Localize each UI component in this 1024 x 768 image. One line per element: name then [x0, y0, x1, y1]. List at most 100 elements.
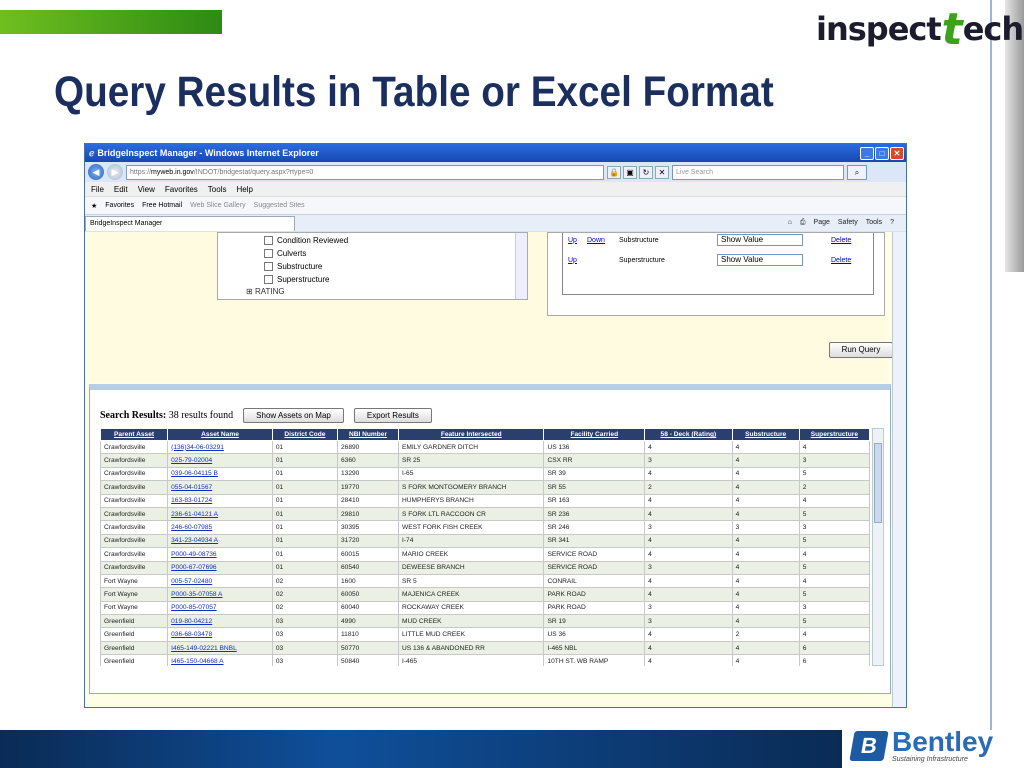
table-row[interactable]: Crawfordsville 163-83-01724 01 28410 HUMPHER… — [100, 493, 870, 508]
tree-scrollbar[interactable] — [515, 233, 527, 299]
asset-link[interactable]: (136)34-06-03291 — [167, 439, 273, 455]
column-header[interactable]: Facility Carried — [543, 428, 646, 441]
scroll-thumb[interactable] — [874, 443, 882, 523]
column-header[interactable]: Asset Name — [167, 428, 273, 441]
table-row[interactable]: Crawfordsville 055-04-01567 01 19770 S FORK … — [100, 480, 870, 495]
fav-link-suggested[interactable]: Suggested Sites — [254, 202, 305, 209]
home-icon[interactable]: ⌂ — [788, 219, 792, 227]
asset-link[interactable]: P000-35-07058 A — [167, 587, 273, 602]
menu-tools[interactable]: Tools — [208, 185, 227, 194]
menu-favorites[interactable]: Favorites — [165, 185, 198, 194]
help-icon[interactable]: ? — [890, 219, 894, 227]
show-assets-on-map-button[interactable]: Show Assets on Map — [243, 408, 344, 423]
table-row[interactable]: Fort Wayne P000-85-07057 02 60040 ROCKAWAY C… — [100, 600, 870, 616]
close-icon[interactable]: ✕ — [890, 146, 904, 160]
table-row[interactable]: Fort Wayne 005-57-02480 02 1600 SR 5 CONRAIL 4… — [100, 573, 870, 589]
asset-link[interactable]: 055-04-01567 — [167, 480, 273, 495]
favorites-star-icon[interactable]: ★ — [91, 202, 97, 210]
asset-link[interactable]: 039-06-04115 B — [167, 466, 273, 482]
asset-link[interactable]: P000-49-08736 — [167, 547, 273, 562]
asset-link[interactable]: 163-83-01724 — [167, 493, 273, 508]
menu-edit[interactable]: Edit — [114, 185, 128, 194]
column-header[interactable]: 58 - Deck (Rating) — [644, 428, 733, 441]
table-cell: 4 — [644, 533, 733, 549]
run-query-button[interactable]: Run Query — [829, 342, 893, 358]
column-header[interactable]: Substructure — [731, 428, 800, 441]
menu-help[interactable]: Help — [236, 185, 252, 194]
tools-menu[interactable]: Tools — [866, 219, 882, 227]
checkbox[interactable] — [264, 249, 273, 258]
down-link[interactable]: Down — [587, 237, 605, 244]
column-header[interactable]: Parent Asset — [100, 428, 169, 441]
column-header[interactable]: NBI Number — [336, 428, 400, 441]
stop-icon[interactable]: ✕ — [655, 165, 669, 179]
table-row[interactable]: Crawfordsville 039-06-04115 B 01 13290 I-65 S… — [100, 466, 870, 482]
tab-bridgeinspect[interactable]: BridgeInspect Manager — [85, 215, 295, 231]
checkbox[interactable] — [264, 236, 273, 245]
table-row[interactable]: Crawfordsville 236-61-04121 A 01 29810 S FOR… — [100, 506, 870, 522]
back-icon[interactable]: ◀ — [88, 164, 104, 180]
column-header[interactable]: Feature Intersected — [398, 428, 545, 441]
asset-link[interactable]: P000-67-07696 — [167, 560, 273, 575]
menu-file[interactable]: File — [91, 185, 104, 194]
tree-item-substructure[interactable]: Substructure — [264, 262, 322, 271]
maximize-icon[interactable]: □ — [875, 146, 889, 160]
page-scrollbar[interactable] — [892, 232, 906, 707]
slide: inspect t ech Query Results in Table or Ex… — [0, 0, 1024, 768]
safety-menu[interactable]: Safety — [838, 219, 858, 227]
live-search-input[interactable]: Live Search — [672, 164, 844, 180]
table-row[interactable]: Greenfield 036-68-03478 03 11810 LITTLE MUD … — [100, 627, 870, 642]
up-link[interactable]: Up — [568, 257, 577, 264]
favorites-button[interactable]: Favorites — [105, 202, 134, 209]
asset-link[interactable]: 019-80-04212 — [167, 614, 273, 629]
asset-link[interactable]: 025-79-02004 — [167, 453, 273, 468]
fav-link-hotmail[interactable]: Free Hotmail — [142, 202, 182, 209]
asset-link[interactable]: 246-60-07985 — [167, 520, 273, 535]
column-header[interactable]: District Code — [271, 428, 338, 441]
minimize-icon[interactable]: _ — [860, 146, 874, 160]
delete-link[interactable]: Delete — [831, 237, 851, 244]
table-row[interactable]: Crawfordsville P000-49-08736 01 60015 MARIO … — [100, 547, 870, 562]
asset-link[interactable]: 005-57-02480 — [167, 573, 273, 589]
table-row[interactable]: Fort Wayne P000-35-07058 A 02 60050 MAJENICA… — [100, 587, 870, 602]
table-row[interactable]: Crawfordsville 341-23-04934 A 01 31720 I-74 S… — [100, 533, 870, 549]
fav-link-web-slice[interactable]: Web Slice Gallery — [190, 202, 246, 209]
delete-link[interactable]: Delete — [831, 257, 851, 264]
print-icon[interactable]: ⎙ — [800, 219, 806, 227]
table-cell: US 136 & ABANDONED RR — [398, 640, 545, 656]
export-results-button[interactable]: Export Results — [353, 408, 432, 423]
asset-link[interactable]: 341-23-04934 A — [167, 533, 273, 549]
up-link[interactable]: Up — [568, 237, 577, 244]
show-value-select[interactable]: Show Value — [717, 234, 803, 246]
search-icon[interactable]: ⌕ — [847, 164, 867, 180]
asset-link[interactable]: 236-61-04121 A — [167, 506, 273, 522]
asset-link[interactable]: I465-149-02221 BNBL — [167, 640, 273, 656]
results-scrollbar[interactable] — [872, 428, 884, 666]
table-row[interactable]: Crawfordsville 025-79-02004 01 6360 SR 25 CSX… — [100, 453, 870, 468]
asset-link[interactable]: 036-68-03478 — [167, 627, 273, 642]
column-header[interactable]: Superstructure — [798, 428, 870, 441]
show-value-select[interactable]: Show Value — [717, 254, 803, 266]
forward-icon[interactable]: ▶ — [107, 164, 123, 180]
checkbox[interactable] — [264, 262, 273, 271]
table-row[interactable]: Greenfield I465-150-04668 A 03 50840 I-465 10… — [100, 654, 870, 666]
asset-link[interactable]: I465-150-04668 A — [167, 654, 273, 666]
asset-link[interactable]: P000-85-07057 — [167, 600, 273, 616]
lock-icon[interactable]: 🔒 — [607, 165, 621, 179]
table-row[interactable]: Greenfield I465-149-02221 BNBL 03 50770 US 1… — [100, 640, 870, 656]
page-menu[interactable]: Page — [814, 219, 830, 227]
tree-node-rating[interactable]: ⊞ RATING — [246, 287, 285, 296]
table-row[interactable]: Crawfordsville P000-67-07696 01 60540 DEWEES… — [100, 560, 870, 575]
tree-item-condition-reviewed[interactable]: Condition Reviewed — [264, 236, 348, 245]
checkbox[interactable] — [264, 275, 273, 284]
menu-view[interactable]: View — [138, 185, 155, 194]
table-row[interactable]: Crawfordsville 246-60-07985 01 30395 WEST FO… — [100, 520, 870, 535]
refresh-icon[interactable]: ↻ — [639, 165, 653, 179]
compat-icon[interactable]: ▣ — [623, 165, 637, 179]
tree-item-superstructure[interactable]: Superstructure — [264, 275, 329, 284]
table-row[interactable]: Crawfordsville (136)34-06-03291 01 26890 EMI… — [100, 439, 870, 455]
address-bar[interactable]: https://myweb.in.gov/INDOT/bridgestat/qu… — [126, 164, 604, 180]
table-row[interactable]: Greenfield 019-80-04212 03 4990 MUD CREEK SR … — [100, 614, 870, 629]
tree-item-culverts[interactable]: Culverts — [264, 249, 306, 258]
expand-icon[interactable]: ⊞ — [246, 287, 253, 296]
